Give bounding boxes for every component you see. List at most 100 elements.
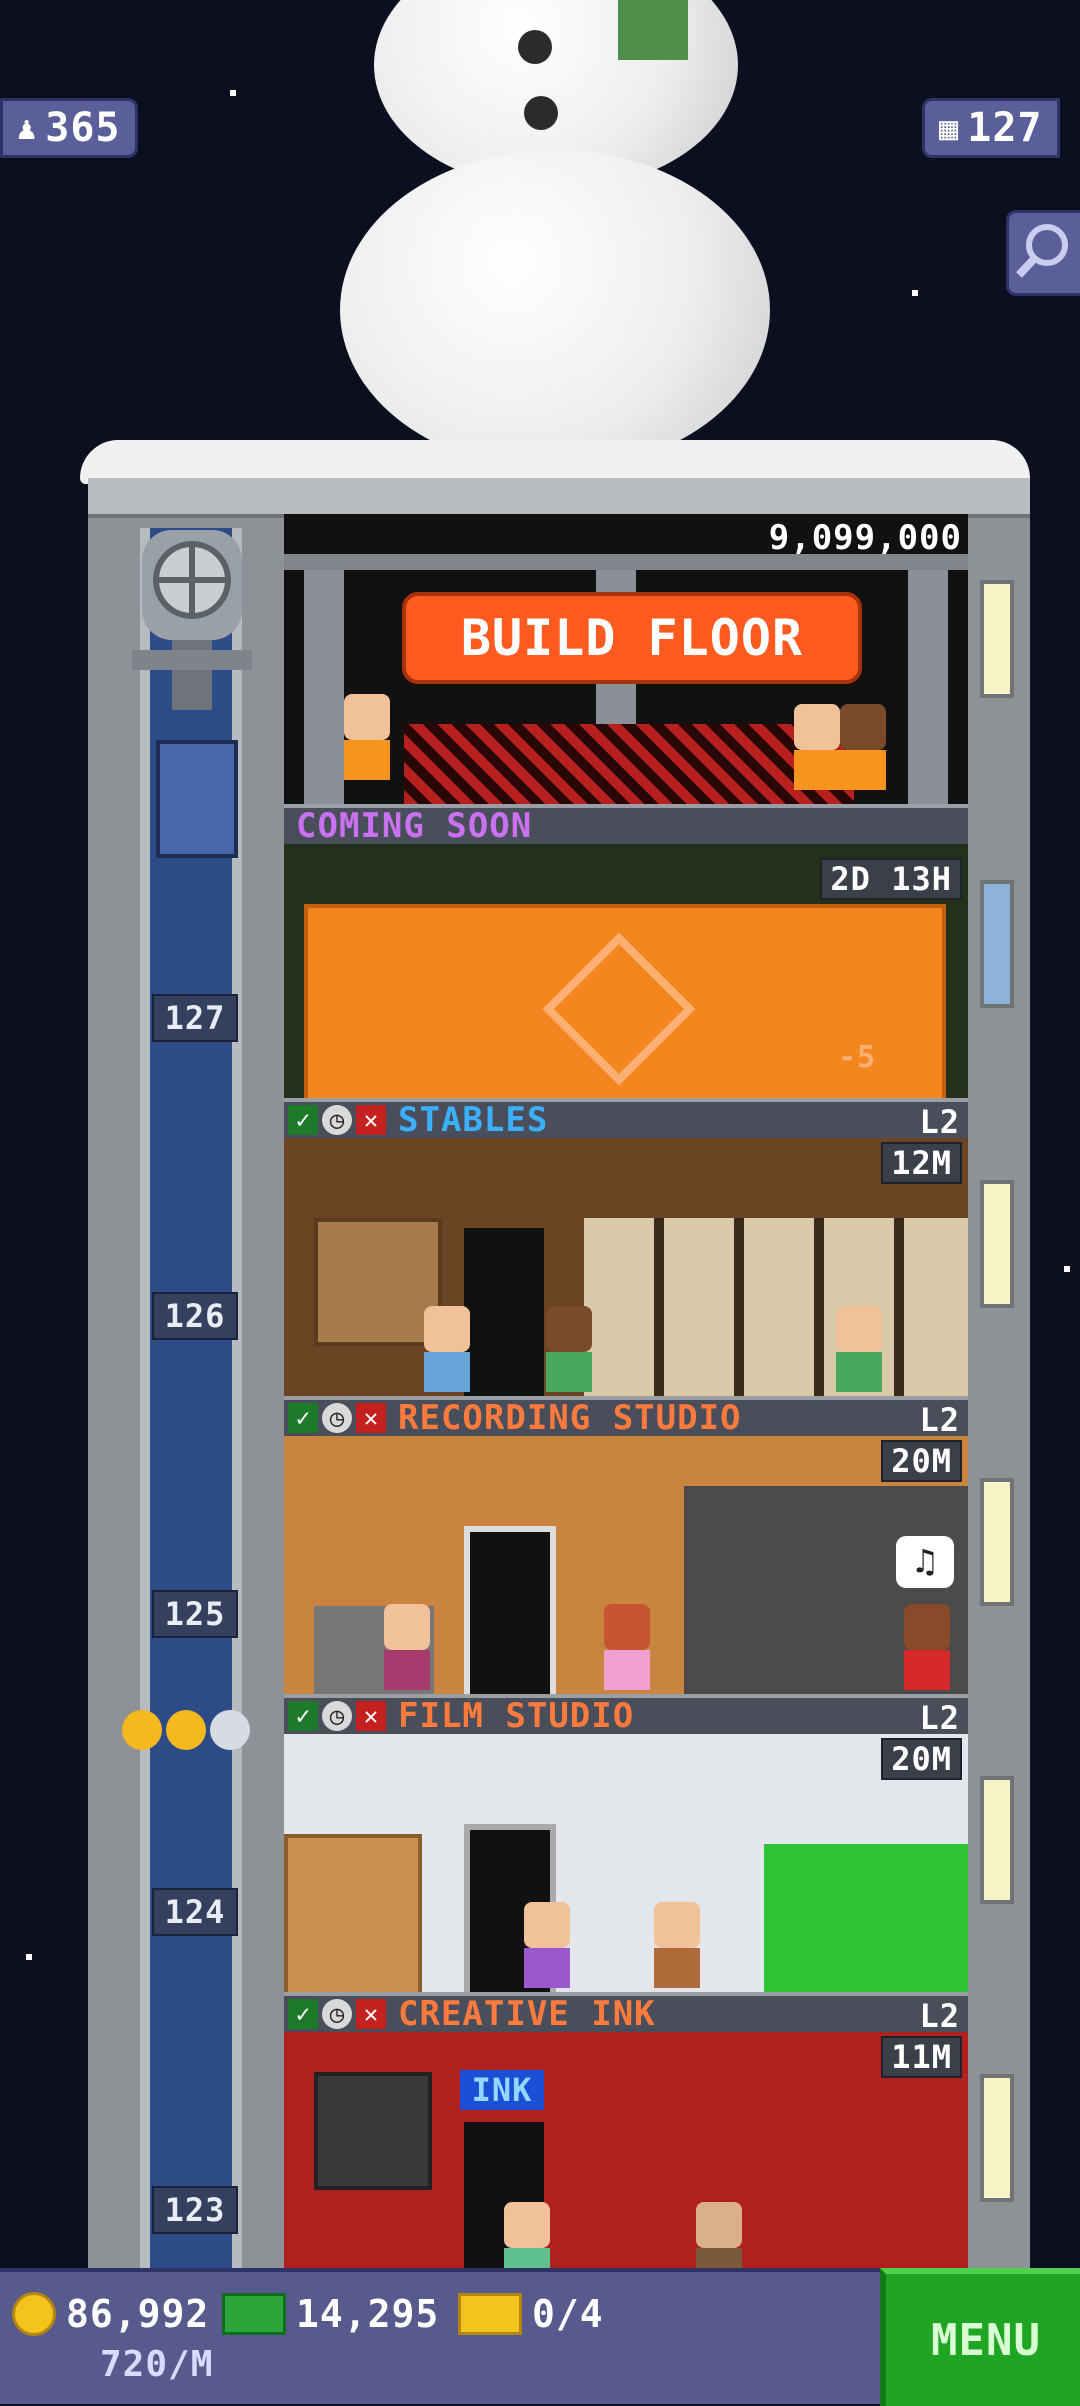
customer[interactable] [546,1306,592,1392]
steel-column [908,570,948,804]
clock-icon: ◷ [322,1105,352,1135]
steel-beam [284,554,968,570]
customer[interactable] [836,1306,882,1392]
floor-number: 126 [152,1292,238,1340]
cross-icon: ✕ [356,1999,386,2029]
floor-header-creative-ink[interactable]: ✓ ◷ ✕ CREATIVE INK L2 [284,1992,968,2035]
floor-number: 125 [152,1590,238,1638]
construction-worker [344,694,390,780]
floor-price: 11M [881,2036,962,2078]
cross-icon: ✕ [356,1403,386,1433]
cross-icon: ✕ [356,1701,386,1731]
door [464,1526,556,1694]
check-icon: ✓ [288,1701,318,1731]
silver-star-icon [210,1710,250,1750]
gold-star-icon [122,1710,162,1750]
check-icon: ✓ [288,1403,318,1433]
tower-roof [88,478,1030,518]
floor-creative-ink[interactable]: 11M INK [284,2032,968,2268]
horse-stall [584,1218,968,1396]
floor-header-film-studio[interactable]: ✓ ◷ ✕ FILM STUDIO L2 [284,1694,968,1737]
floor-stables[interactable]: 12M [284,1138,968,1396]
window-lamp [980,880,1014,1008]
coal-button [518,30,552,64]
floor-price: 20M [881,1738,962,1780]
floor-level: L2 [919,1699,960,1737]
customer[interactable] [696,2202,742,2268]
floor-film-studio[interactable]: 20M [284,1734,968,1992]
floor-name: FILM STUDIO [398,1696,635,1736]
elevator-rail [140,528,150,2268]
floor-price: 12M [881,1142,962,1184]
search-button[interactable] [1006,210,1080,296]
window-lamp [980,1180,1014,1308]
snowman-body [340,150,770,470]
floor-count-value: 127 [967,105,1043,151]
window-lamp [980,2074,1014,2202]
door [464,1228,544,1396]
check-icon: ✓ [288,1999,318,2029]
bux-icon [222,2293,286,2335]
clock-icon: ◷ [322,1701,352,1731]
construction-worker [794,704,840,790]
floor-name: STABLES [398,1100,549,1140]
floor-header-stables[interactable]: ✓ ◷ ✕ STABLES L2 [284,1098,968,1141]
wall-art [314,2072,432,2190]
population-value: 365 [45,105,121,151]
elevator-car[interactable] [156,740,238,858]
star [26,1954,32,1960]
construction-bonus: -5 [838,1040,877,1075]
cross-icon: ✕ [356,1105,386,1135]
build-cost: 9,099,000 [768,518,962,558]
floor-number: 127 [152,994,238,1042]
floor-level: L2 [919,1997,960,2035]
customer[interactable] [654,1902,700,1988]
person-icon: ♟ [17,109,38,147]
star [1064,1266,1070,1272]
coming-soon-label: COMING SOON [296,806,533,846]
magnifier-icon [1016,224,1068,278]
ticket-icon [458,2293,522,2335]
window-lamp [980,1776,1014,1904]
bux-counter[interactable]: 14,295 [222,2292,439,2336]
floor-counter[interactable]: ▦ 127 [922,98,1060,158]
menu-button[interactable]: MENU [880,2268,1080,2406]
music-note-icon: ♫ [896,1536,954,1588]
population-counter[interactable]: ♟ 365 [0,98,138,158]
floor-header: COMING SOON [284,804,968,846]
construction-worker [840,704,886,790]
tickets-counter[interactable]: 0/4 [458,2292,604,2336]
construction-timer: 2D 13H [820,858,962,900]
bitizen-musician[interactable] [904,1604,950,1690]
floor-level: L2 [919,1401,960,1439]
floor-price: 20M [881,1440,962,1482]
safety-net [404,724,854,804]
build-floor-button[interactable]: BUILD FLOOR [402,592,862,684]
customer[interactable] [604,1604,650,1690]
floor-level: L2 [919,1103,960,1141]
coins-counter[interactable]: 86,992 [12,2292,209,2336]
coin-icon [12,2292,56,2336]
customer[interactable] [524,1902,570,1988]
ink-sign: INK [460,2070,544,2110]
star [230,90,236,96]
income-rate: 720/M [100,2344,214,2385]
menu-label: MENU [931,2314,1041,2366]
star-rating [122,1710,250,1750]
construction-floor[interactable]: 2D 13H -5 [284,844,968,1098]
coins-value: 86,992 [66,2292,210,2336]
star [912,290,918,296]
customer[interactable] [504,2202,550,2268]
floor-recording-studio[interactable]: 20M ♫ [284,1436,968,1694]
window-lamp [980,1478,1014,1606]
green-screen [764,1844,968,1992]
floor-header-recording-studio[interactable]: ✓ ◷ ✕ RECORDING STUDIO L2 [284,1396,968,1439]
floor-name: RECORDING STUDIO [398,1398,742,1438]
wardrobe [284,1834,422,1992]
coal-button [524,96,558,130]
window-lamp [980,580,1014,698]
check-icon: ✓ [288,1105,318,1135]
customer[interactable] [424,1306,470,1392]
bux-value: 14,295 [296,2292,440,2336]
customer[interactable] [384,1604,430,1690]
